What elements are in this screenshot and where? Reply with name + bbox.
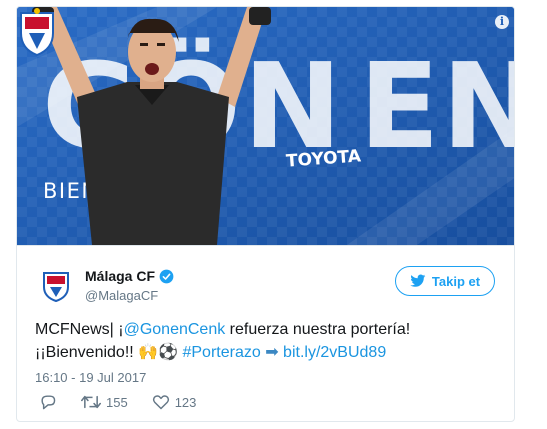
hashtag-link[interactable]: #Porterazo	[182, 344, 260, 361]
retweet-count: 155	[106, 394, 128, 410]
player-figure	[32, 7, 271, 245]
tweet-body: Málaga CF @MalagaCF Takip et MCFNews| ¡@…	[17, 245, 514, 421]
verified-badge-icon	[159, 269, 174, 283]
twitter-bird-icon	[410, 274, 426, 287]
info-icon[interactable]: i	[495, 15, 509, 29]
text-prefix: MCFNews| ¡	[35, 321, 124, 338]
tweet-timestamp[interactable]: 16:10 - 19 Jul 2017	[35, 370, 146, 385]
tweet-media-image[interactable]: GÖN EN BIENVENIDO TOYOTA i	[17, 7, 514, 245]
arrow-emoji: ➡	[265, 342, 279, 361]
tweet-card: GÖN EN BIENVENIDO TOYOTA i	[16, 6, 515, 422]
avatar[interactable]	[39, 268, 73, 302]
url-link[interactable]: bit.ly/2vBUd89	[283, 344, 386, 361]
retweet-icon	[81, 395, 101, 409]
author-row: Málaga CF	[85, 268, 174, 284]
text-mid: refuerza nuestra portería!	[225, 321, 411, 338]
reply-icon	[41, 395, 56, 410]
follow-button[interactable]: Takip et	[395, 266, 495, 296]
like-count: 123	[174, 394, 197, 410]
author-handle[interactable]: @MalagaCF	[85, 288, 158, 303]
heart-icon	[152, 395, 169, 410]
tweet-text: MCFNews| ¡@GonenCenk refuerza nuestra po…	[35, 319, 505, 364]
follow-label: Takip et	[431, 273, 481, 289]
emoji-clap-ball: 🙌⚽	[138, 342, 179, 361]
author-name[interactable]: Málaga CF	[85, 268, 155, 284]
reply-button[interactable]	[39, 394, 57, 410]
tweet-actions: 155 123	[39, 394, 220, 410]
text-line2: ¡¡Bienvenido!!	[35, 344, 139, 361]
mention-link[interactable]: @GonenCenk	[124, 321, 226, 338]
headline-right: EN	[359, 37, 514, 175]
club-crest-icon	[20, 8, 54, 57]
retweet-button[interactable]: 155	[81, 394, 128, 410]
like-button[interactable]: 123	[152, 394, 197, 410]
